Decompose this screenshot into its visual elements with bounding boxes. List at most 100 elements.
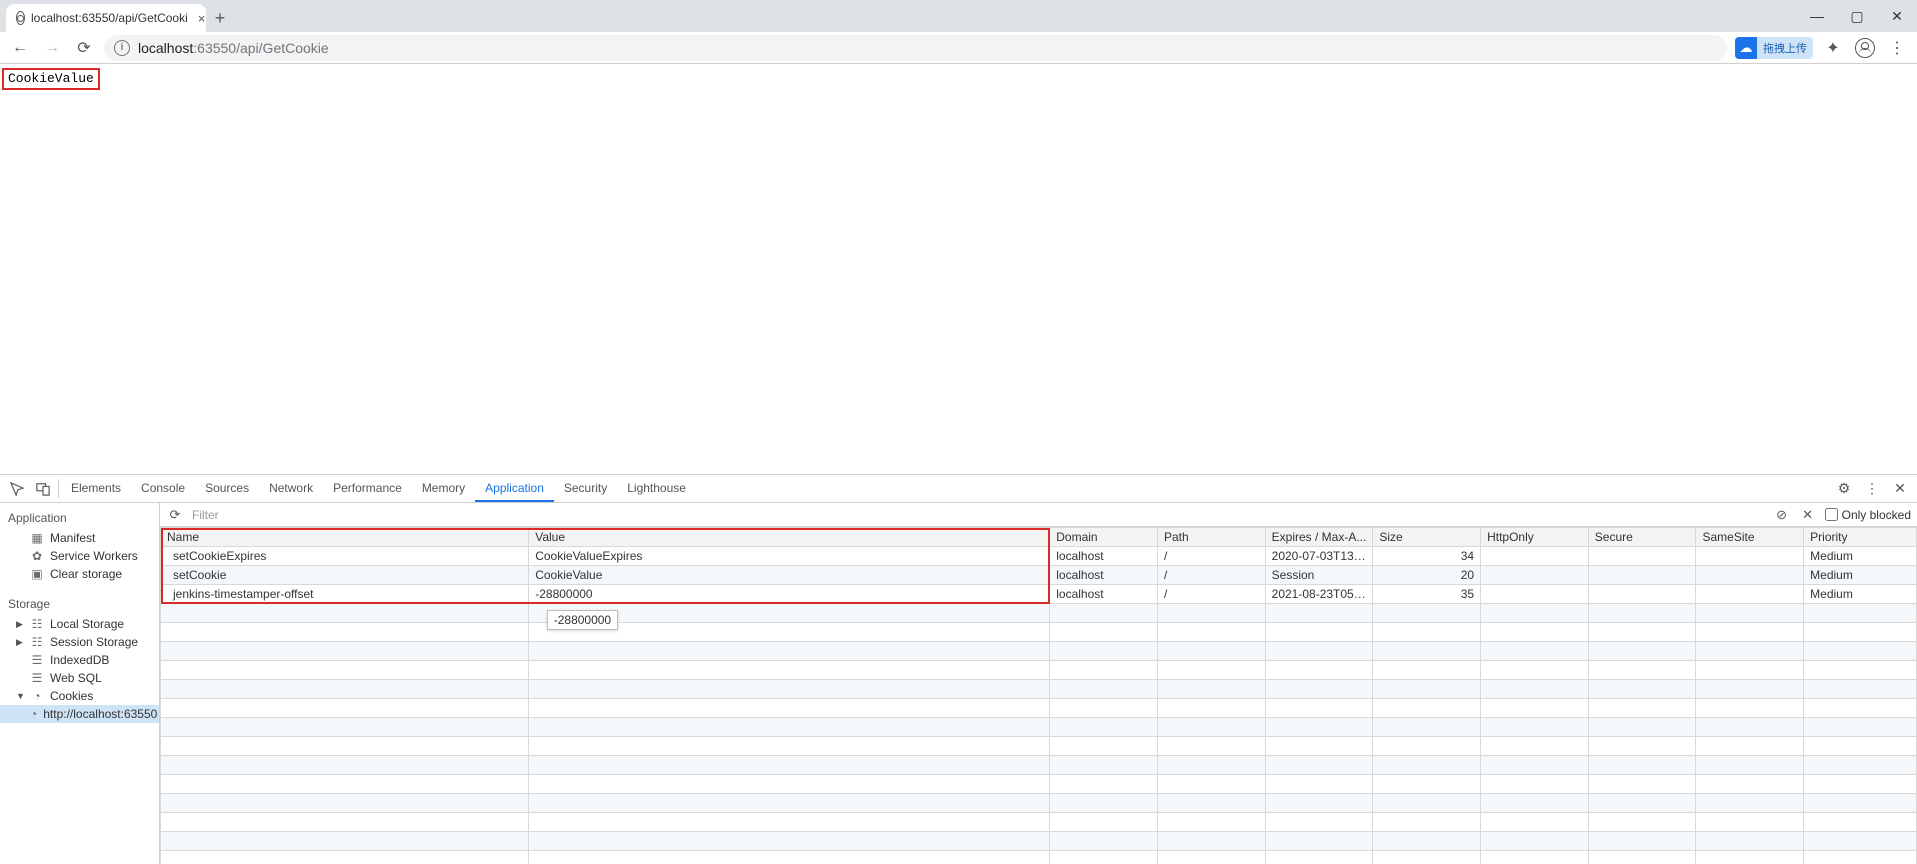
column-header[interactable]: Path <box>1157 528 1265 547</box>
devtools-tab-elements[interactable]: Elements <box>61 475 131 502</box>
column-header[interactable]: Domain <box>1050 528 1158 547</box>
cell-path: / <box>1157 566 1265 585</box>
cookies-table: NameValueDomainPathExpires / Max-A...Siz… <box>160 527 1917 864</box>
sidebar-item-manifest[interactable]: ▦Manifest <box>0 529 159 547</box>
sidebar-item-label: Web SQL <box>50 671 102 685</box>
browser-tab[interactable]: localhost:63550/api/GetCooki × <box>6 4 206 32</box>
cell-name: jenkins-timestamper-offset <box>161 585 529 604</box>
only-blocked-toggle[interactable]: Only blocked <box>1825 508 1911 522</box>
sidebar-item-session-storage[interactable]: ▶☷Session Storage <box>0 633 159 651</box>
reload-button[interactable]: ⟳ <box>72 36 96 60</box>
cookies-main-panel: ⟳ ⊘ ✕ Only blocked NameValueDomainPathEx… <box>160 503 1917 864</box>
sidebar-item-label: Clear storage <box>50 567 122 581</box>
cell-samesite <box>1696 547 1804 566</box>
column-header[interactable]: HttpOnly <box>1481 528 1589 547</box>
kebab-icon[interactable]: ⋮ <box>1861 478 1883 500</box>
minimize-button[interactable]: — <box>1797 0 1837 32</box>
sidebar-item-service-workers[interactable]: ✿Service Workers <box>0 547 159 565</box>
cell-priority: Medium <box>1804 566 1917 585</box>
cell-path: / <box>1157 585 1265 604</box>
cell-domain: localhost <box>1050 547 1158 566</box>
table-row-empty <box>161 661 1917 680</box>
table-row-empty <box>161 699 1917 718</box>
application-sidebar: Application ▦Manifest ✿Service Workers ▣… <box>0 503 160 864</box>
column-header[interactable]: Size <box>1373 528 1481 547</box>
column-header[interactable]: Secure <box>1588 528 1696 547</box>
maximize-button[interactable]: ▢ <box>1837 0 1877 32</box>
sidebar-item-label: Local Storage <box>50 617 124 631</box>
sidebar-section-storage: Storage <box>0 593 159 615</box>
cell-value: CookieValueExpires <box>529 547 1050 566</box>
devtools-panel: ElementsConsoleSourcesNetworkPerformance… <box>0 474 1917 864</box>
delete-selected-icon[interactable]: ✕ <box>1799 506 1817 524</box>
devtools-tab-security[interactable]: Security <box>554 475 617 502</box>
cell-size: 34 <box>1373 547 1481 566</box>
cell-value: CookieValue <box>529 566 1050 585</box>
sidebar-item-label: Service Workers <box>50 549 138 563</box>
column-header[interactable]: Value <box>529 528 1050 547</box>
devtools-right-controls: ⚙ ⋮ ✕ <box>1833 475 1917 502</box>
refresh-icon[interactable]: ⟳ <box>166 506 184 524</box>
clear-all-icon[interactable]: ⊘ <box>1773 506 1791 524</box>
sidebar-item-label: IndexedDB <box>50 653 109 667</box>
table-row-empty <box>161 813 1917 832</box>
sidebar-item-cookies[interactable]: ▼◔Cookies <box>0 687 159 705</box>
avatar-icon <box>1855 38 1875 58</box>
value-tooltip: -28800000 <box>547 610 618 630</box>
column-header[interactable]: Name <box>161 528 529 547</box>
cloud-icon: ☁ <box>1735 37 1757 59</box>
column-header[interactable]: Expires / Max-A... <box>1265 528 1373 547</box>
table-row-empty <box>161 680 1917 699</box>
tab-title: localhost:63550/api/GetCooki <box>31 11 188 25</box>
new-tab-button[interactable]: + <box>206 4 234 32</box>
menu-button[interactable]: ⋮ <box>1885 36 1909 60</box>
devtools-tab-performance[interactable]: Performance <box>323 475 412 502</box>
devtools-tabbar: ElementsConsoleSourcesNetworkPerformance… <box>0 475 1917 503</box>
inspect-element-icon[interactable] <box>4 475 30 502</box>
cell-value: -28800000 <box>529 585 1050 604</box>
sidebar-item-cookie-origin[interactable]: ◔http://localhost:63550 <box>0 705 159 723</box>
table-row-empty <box>161 718 1917 737</box>
column-header[interactable]: SameSite <box>1696 528 1804 547</box>
devtools-tab-memory[interactable]: Memory <box>412 475 475 502</box>
cookies-filter-bar: ⟳ ⊘ ✕ Only blocked <box>160 503 1917 527</box>
back-button[interactable]: ← <box>8 36 32 60</box>
devtools-tab-lighthouse[interactable]: Lighthouse <box>617 475 696 502</box>
extension-button[interactable]: ☁ 拖拽上传 <box>1735 37 1813 59</box>
cell-expires: Session <box>1265 566 1373 585</box>
sidebar-item-label: Session Storage <box>50 635 138 649</box>
devtools-tab-sources[interactable]: Sources <box>195 475 259 502</box>
close-icon[interactable]: ✕ <box>1889 478 1911 500</box>
filter-input[interactable] <box>192 508 1765 522</box>
close-icon[interactable]: × <box>198 11 206 26</box>
cell-expires: 2020-07-03T13:... <box>1265 547 1373 566</box>
close-window-button[interactable]: ✕ <box>1877 0 1917 32</box>
only-blocked-checkbox[interactable] <box>1825 508 1838 521</box>
window-controls: — ▢ ✕ <box>1797 0 1917 32</box>
cell-http <box>1481 566 1589 585</box>
profile-button[interactable] <box>1853 36 1877 60</box>
site-info-icon[interactable]: i <box>114 40 130 56</box>
sidebar-item-label: Manifest <box>50 531 95 545</box>
device-toolbar-icon[interactable] <box>30 475 56 502</box>
sidebar-item-label: http://localhost:63550 <box>43 707 157 721</box>
table-row[interactable]: setCookieCookieValuelocalhost/Session20M… <box>161 566 1917 585</box>
gear-icon[interactable]: ⚙ <box>1833 478 1855 500</box>
devtools-tab-application[interactable]: Application <box>475 475 554 502</box>
table-row-empty <box>161 642 1917 661</box>
table-row[interactable]: setCookieExpiresCookieValueExpireslocalh… <box>161 547 1917 566</box>
cell-name: setCookieExpires <box>161 547 529 566</box>
column-header[interactable]: Priority <box>1804 528 1917 547</box>
table-row[interactable]: jenkins-timestamper-offset-28800000local… <box>161 585 1917 604</box>
sidebar-item-local-storage[interactable]: ▶☷Local Storage <box>0 615 159 633</box>
sidebar-item-clear-storage[interactable]: ▣Clear storage <box>0 565 159 583</box>
extensions-icon[interactable]: ✦ <box>1821 36 1845 60</box>
cell-secure <box>1588 547 1696 566</box>
devtools-tab-network[interactable]: Network <box>259 475 323 502</box>
devtools-tab-console[interactable]: Console <box>131 475 195 502</box>
sidebar-item-web-sql[interactable]: ☰Web SQL <box>0 669 159 687</box>
address-bar[interactable]: i localhost:63550/api/GetCookie <box>104 35 1727 61</box>
sidebar-item-indexeddb[interactable]: ☰IndexedDB <box>0 651 159 669</box>
forward-button[interactable]: → <box>40 36 64 60</box>
table-row-empty <box>161 604 1917 623</box>
